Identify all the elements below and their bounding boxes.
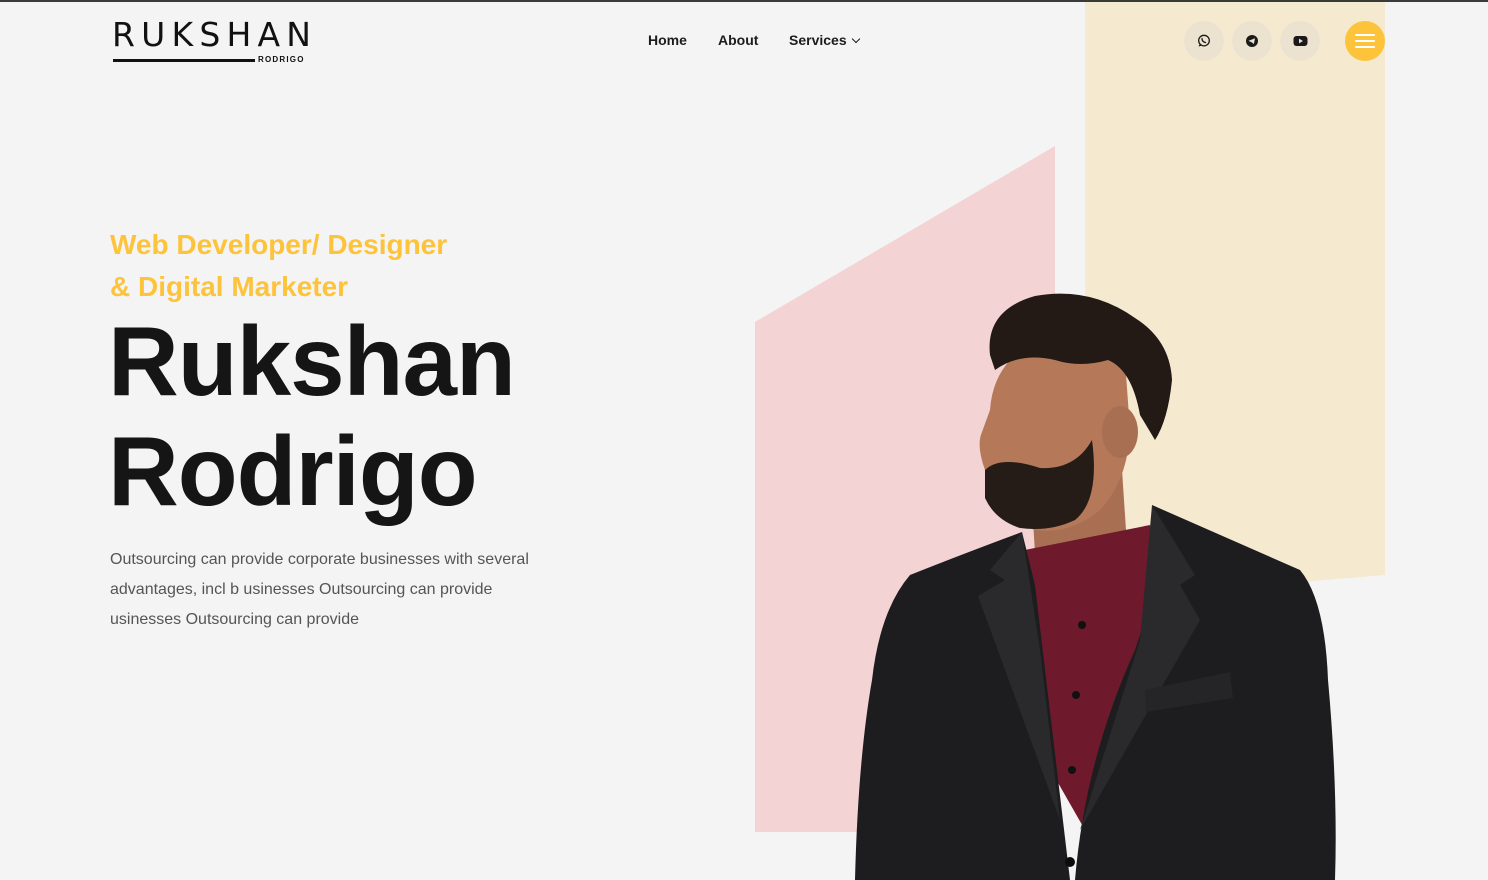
profile-photo xyxy=(855,293,1336,880)
